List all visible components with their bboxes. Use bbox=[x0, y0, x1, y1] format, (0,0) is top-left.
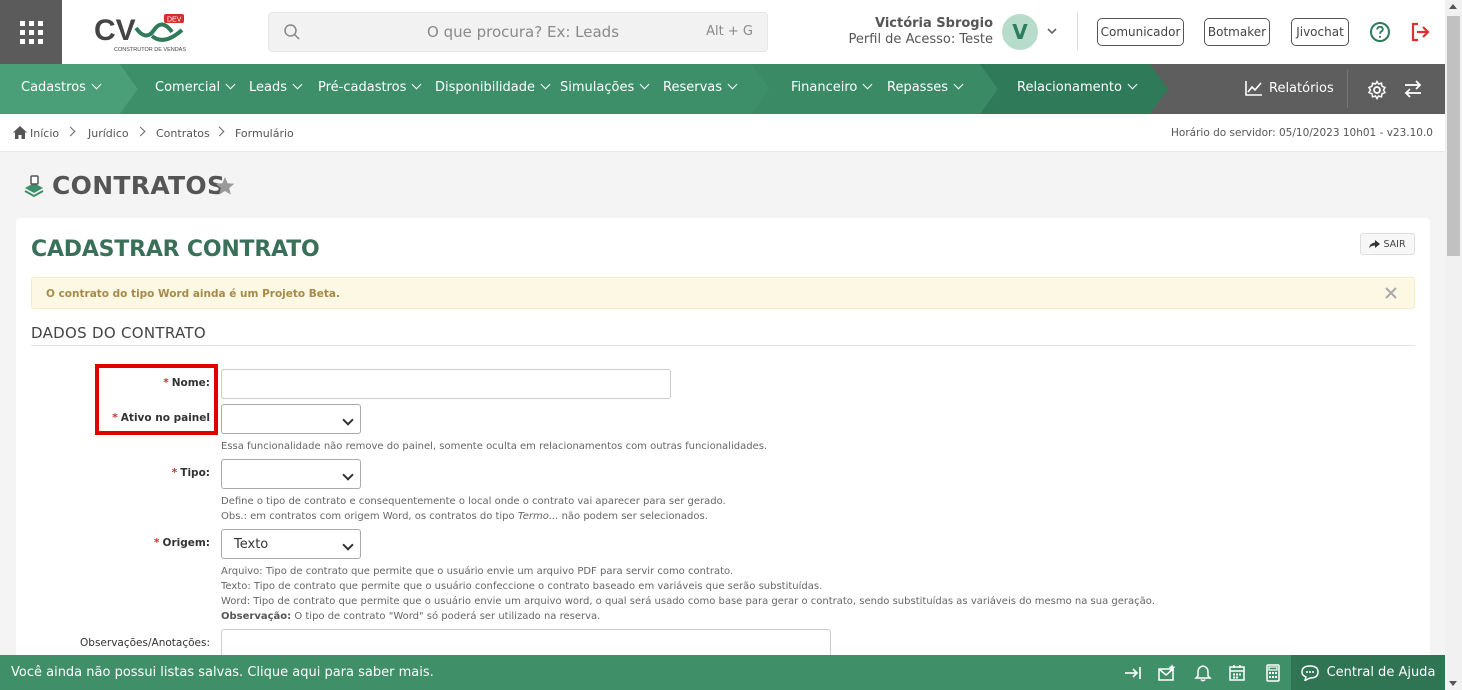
observacoes-label: Observações/Anotações: bbox=[80, 637, 210, 649]
mail-star-icon[interactable] bbox=[1158, 664, 1176, 682]
nav-repasses[interactable]: Repasses bbox=[887, 80, 962, 95]
avatar[interactable]: V bbox=[1002, 14, 1038, 50]
apps-menu-button[interactable] bbox=[0, 0, 62, 64]
star-icon[interactable] bbox=[214, 175, 236, 197]
nav-financeiro[interactable]: Financeiro bbox=[791, 80, 871, 95]
origem-help: Arquivo: Tipo de contrato que permite qu… bbox=[221, 566, 1155, 622]
server-time: Horário do servidor: 05/10/2023 10h01 - … bbox=[1171, 127, 1433, 139]
tipo-label: * Tipo: bbox=[171, 467, 210, 479]
tipo-help: Define o tipo de contrato e consequentem… bbox=[221, 496, 726, 522]
help-center-button[interactable]: Central de Ajuda bbox=[1291, 655, 1445, 690]
search-icon bbox=[284, 24, 300, 40]
nav-disponibilidade[interactable]: Disponibilidade bbox=[435, 80, 549, 95]
chart-line-icon bbox=[1245, 81, 1262, 96]
calendar-icon[interactable] bbox=[1228, 664, 1246, 682]
swap-icon[interactable] bbox=[1404, 80, 1422, 98]
origem-label: * Origem: bbox=[154, 537, 210, 549]
nav-comercial[interactable]: Comercial bbox=[155, 80, 234, 95]
saved-lists-message[interactable]: Você ainda não possui listas salvas. Cli… bbox=[11, 665, 434, 680]
nome-input[interactable] bbox=[221, 369, 671, 399]
tipo-select[interactable] bbox=[221, 459, 361, 489]
scroll-up-arrow[interactable] bbox=[1449, 4, 1457, 9]
chat-icon bbox=[1300, 664, 1319, 681]
exit-button[interactable]: SAIR bbox=[1360, 233, 1415, 255]
breadcrumb-juridico[interactable]: Jurídico bbox=[88, 127, 129, 140]
grid-icon bbox=[19, 20, 43, 44]
user-info[interactable]: Victória Sbrogio Perfil de Acesso: Teste bbox=[849, 16, 993, 48]
breadcrumb-formulario: Formulário bbox=[235, 127, 294, 140]
contract-icon bbox=[24, 175, 44, 198]
chevron-right-icon bbox=[65, 126, 76, 137]
ativo-select[interactable] bbox=[221, 404, 361, 434]
search-shortcut: Alt + G bbox=[706, 24, 753, 39]
nav-pre-cadastros[interactable]: Pré-cadastros bbox=[318, 80, 420, 95]
help-center-label: Central de Ajuda bbox=[1326, 665, 1436, 680]
ativo-help: Essa funcionalidade não remove do painel… bbox=[221, 441, 768, 452]
scrollbar[interactable] bbox=[1445, 0, 1462, 690]
main-nav: Cadastros Comercial Leads Pré-cadastros … bbox=[0, 64, 1445, 114]
logout-icon[interactable] bbox=[1409, 21, 1431, 43]
chevron-right-icon bbox=[214, 126, 225, 137]
search-input[interactable]: O que procura? Ex: Leads Alt + G bbox=[268, 12, 768, 52]
jivochat-button[interactable]: Jivochat bbox=[1291, 18, 1349, 46]
alert-text: O contrato do tipo Word ainda é um Proje… bbox=[46, 288, 341, 300]
top-bar: CV DEV CONSTRUTOR DE VENDAS O que procur… bbox=[0, 0, 1445, 64]
search-placeholder: O que procura? Ex: Leads bbox=[427, 23, 620, 41]
chevron-right-icon bbox=[135, 126, 146, 137]
logo[interactable]: CV DEV CONSTRUTOR DE VENDAS bbox=[94, 12, 190, 54]
card-title: CADASTRAR CONTRATO bbox=[31, 237, 320, 262]
beta-alert: O contrato do tipo Word ainda é um Proje… bbox=[31, 277, 1415, 309]
gear-icon[interactable] bbox=[1367, 80, 1387, 100]
breadcrumb: Início Jurídico Contratos Formulário Hor… bbox=[0, 114, 1445, 152]
section-title: DADOS DO CONTRATO bbox=[31, 324, 206, 342]
nav-leads[interactable]: Leads bbox=[249, 80, 301, 95]
bell-icon[interactable] bbox=[1194, 664, 1212, 682]
user-name: Victória Sbrogio bbox=[874, 16, 993, 31]
arrow-to-right-icon[interactable] bbox=[1124, 664, 1142, 682]
logo-tagline: CONSTRUTOR DE VENDAS bbox=[114, 47, 186, 53]
logo-text: CV bbox=[94, 14, 136, 47]
highlight-box bbox=[95, 364, 218, 435]
calculator-icon[interactable] bbox=[1264, 664, 1282, 682]
user-profile: Perfil de Acesso: Teste bbox=[848, 32, 993, 47]
page-title: CONTRATOS bbox=[52, 171, 226, 200]
comunicador-button[interactable]: Comunicador bbox=[1097, 18, 1184, 46]
divider bbox=[1077, 12, 1078, 50]
nav-simulacoes[interactable]: Simulações bbox=[560, 80, 648, 95]
origem-select[interactable]: Texto bbox=[221, 529, 361, 559]
breadcrumb-inicio[interactable]: Início bbox=[30, 127, 59, 140]
botmaker-button[interactable]: Botmaker bbox=[1204, 18, 1270, 46]
nav-cadastros[interactable]: Cadastros bbox=[21, 80, 100, 95]
nav-reservas[interactable]: Reservas bbox=[663, 80, 736, 95]
scroll-down-arrow[interactable] bbox=[1449, 681, 1457, 686]
logo-badge: DEV bbox=[167, 17, 182, 24]
share-arrow-icon bbox=[1369, 239, 1381, 248]
close-icon[interactable] bbox=[1384, 286, 1398, 300]
divider bbox=[31, 345, 1415, 346]
footer-bar: Você ainda não possui listas salvas. Cli… bbox=[0, 655, 1445, 690]
exit-label: SAIR bbox=[1383, 238, 1406, 250]
home-icon[interactable] bbox=[13, 126, 27, 139]
nav-relatorios[interactable]: Relatórios bbox=[1245, 80, 1334, 96]
scroll-thumb[interactable] bbox=[1447, 16, 1460, 256]
breadcrumb-contratos[interactable]: Contratos bbox=[156, 127, 210, 140]
divider bbox=[1347, 70, 1348, 108]
nav-relacionamento[interactable]: Relacionamento bbox=[1017, 80, 1136, 95]
chevron-down-icon[interactable] bbox=[1046, 26, 1058, 36]
nav-relatorios-label: Relatórios bbox=[1269, 80, 1334, 96]
help-icon[interactable] bbox=[1369, 21, 1391, 43]
